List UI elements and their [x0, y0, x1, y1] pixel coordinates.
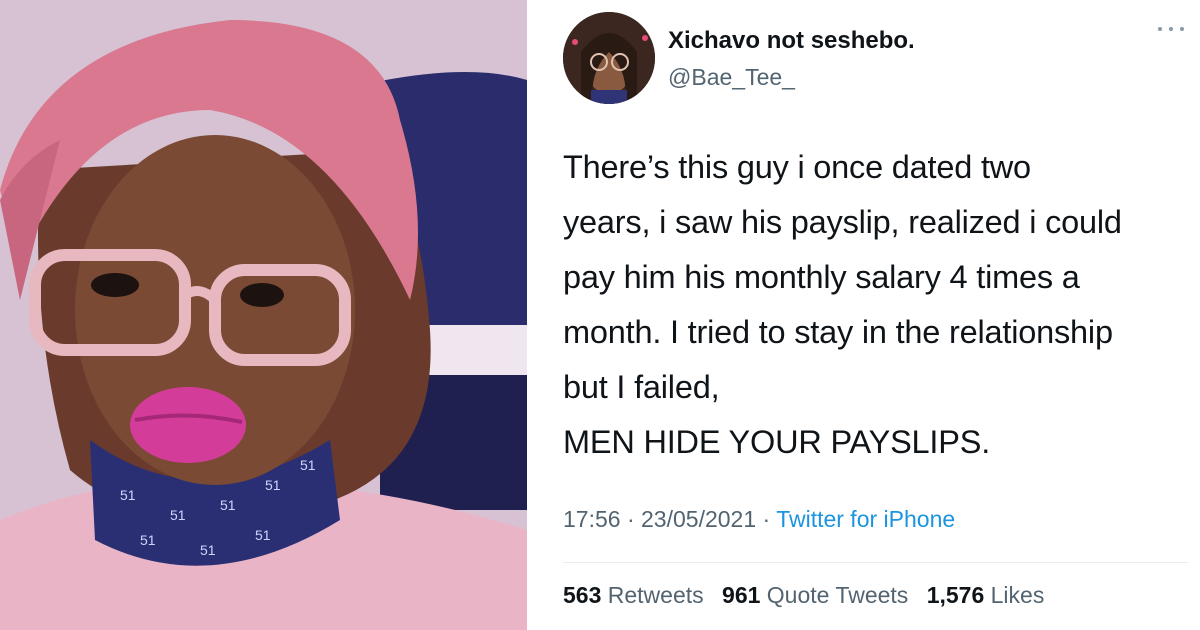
svg-text:51: 51	[255, 527, 271, 543]
user-handle[interactable]: @Bae_Tee_	[668, 64, 795, 91]
retweets-stat[interactable]: 563 Retweets	[563, 582, 710, 608]
meta-separator: ·	[626, 506, 635, 532]
more-dot	[1158, 27, 1162, 31]
quote-tweets-stat[interactable]: 961 Quote Tweets	[722, 582, 915, 608]
svg-text:51: 51	[140, 532, 156, 548]
more-dot	[1169, 27, 1173, 31]
svg-text:51: 51	[120, 487, 136, 503]
avatar-image	[563, 12, 655, 104]
panel-divider	[527, 0, 537, 630]
likes-label: Likes	[990, 582, 1045, 608]
stats-divider	[563, 562, 1188, 563]
svg-text:51: 51	[170, 507, 186, 523]
retweets-label: Retweets	[607, 582, 704, 608]
quote-tweets-label: Quote Tweets	[766, 582, 909, 608]
svg-text:51: 51	[300, 457, 316, 473]
svg-text:51: 51	[265, 477, 281, 493]
more-dot	[1180, 27, 1184, 31]
tweet-card: Xichavo not seshebo. @Bae_Tee_ There’s t…	[537, 0, 1200, 630]
likes-count: 1,576	[926, 582, 985, 608]
tweet-source-link[interactable]: Twitter for iPhone	[776, 506, 955, 532]
selfie-photo: 51 51 51 51 51 51 51 51	[0, 0, 527, 630]
tweet-time[interactable]: 17:56	[563, 506, 621, 532]
likes-stat[interactable]: 1,576 Likes	[927, 582, 1045, 608]
quote-tweets-count: 961	[722, 582, 761, 608]
tweet-stats: 563 Retweets 961 Quote Tweets 1,576 Like…	[563, 582, 1056, 609]
more-horizontal-icon[interactable]	[1158, 22, 1184, 36]
selfie-illustration: 51 51 51 51 51 51 51 51	[0, 0, 527, 630]
display-name[interactable]: Xichavo not seshebo.	[668, 27, 915, 55]
meta-separator: ·	[762, 506, 771, 532]
svg-text:51: 51	[220, 497, 236, 513]
tweet-meta: 17:56 · 23/05/2021 · Twitter for iPhone	[563, 506, 955, 533]
retweets-count: 563	[563, 582, 602, 608]
avatar[interactable]	[563, 12, 655, 104]
tweet-date[interactable]: 23/05/2021	[641, 506, 756, 532]
tweet-text: There’s this guy i once dated two years,…	[563, 149, 1122, 460]
svg-text:51: 51	[200, 542, 216, 558]
post-image: 51 51 51 51 51 51 51 51 Xichavo not sesh…	[0, 0, 1200, 630]
